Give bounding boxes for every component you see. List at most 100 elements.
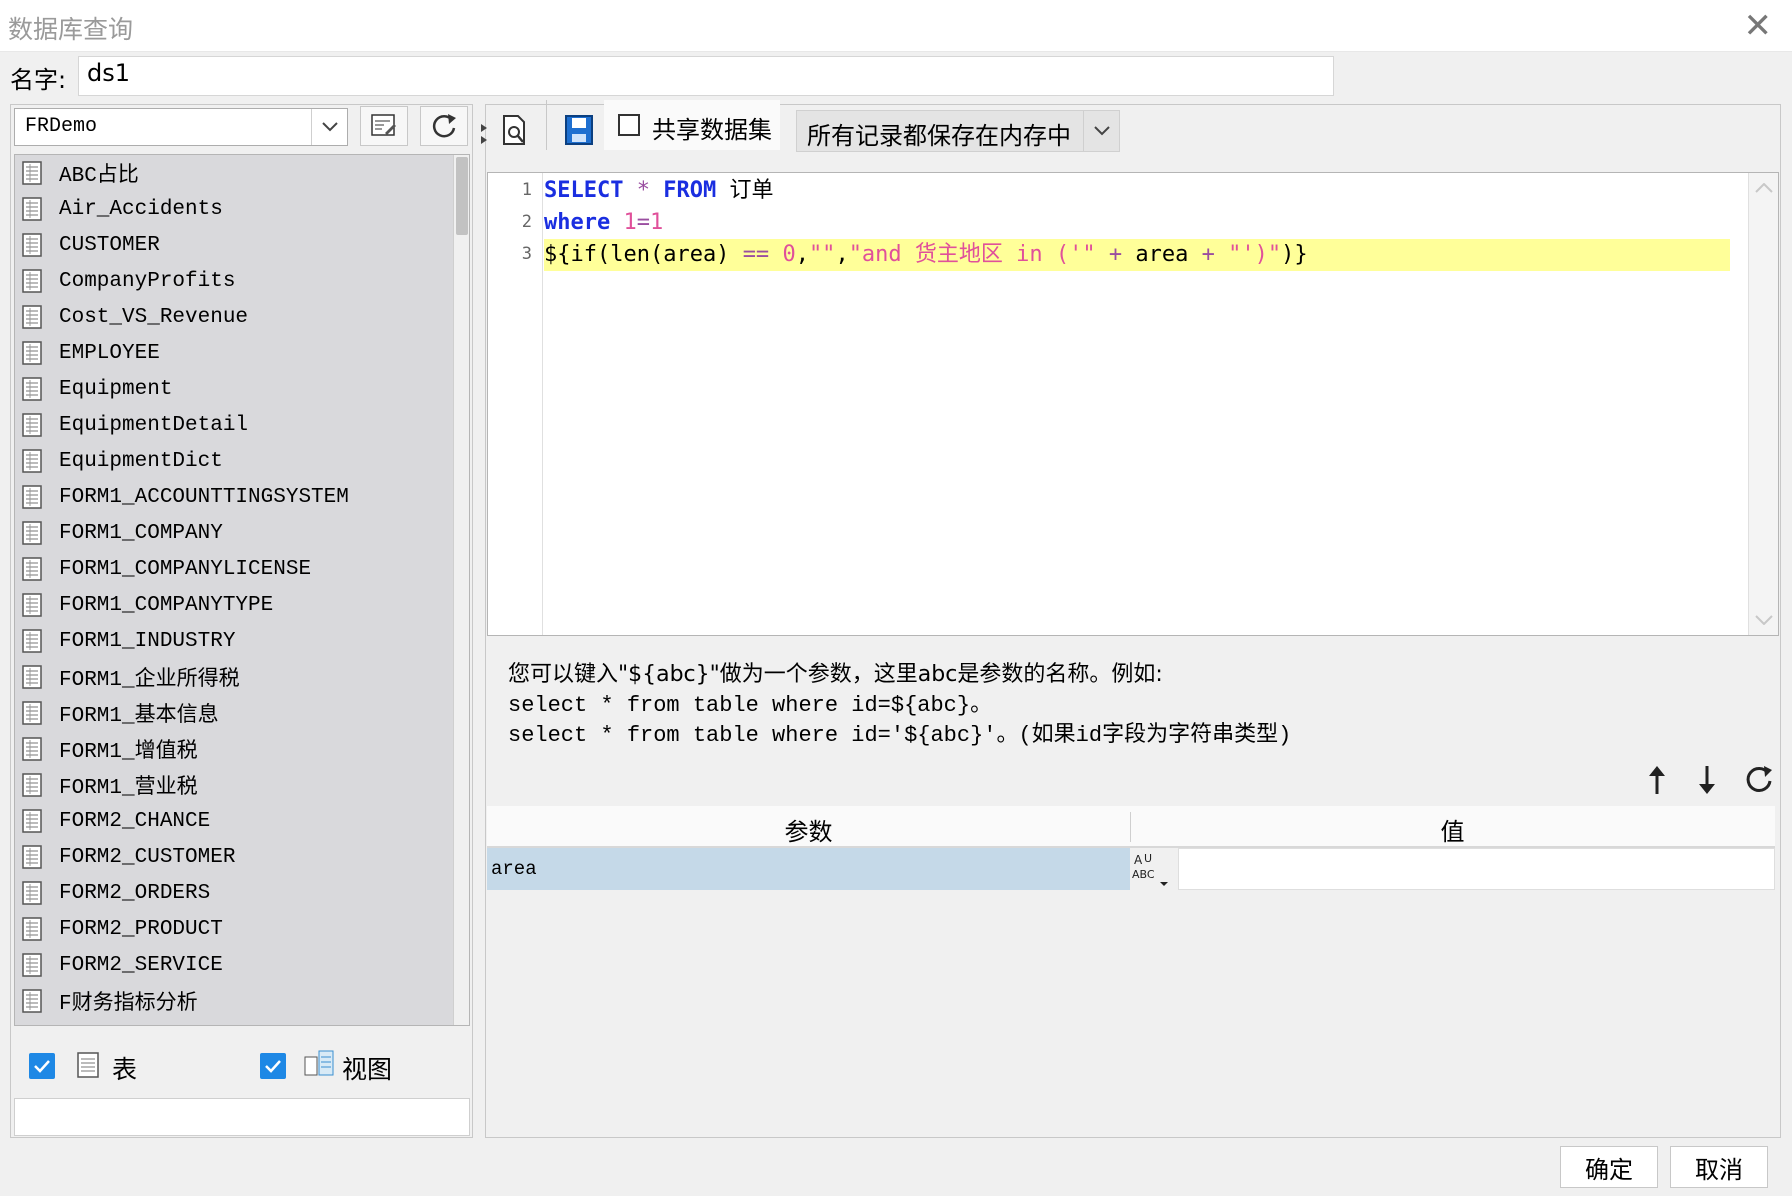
table-name: FORM1_ACCOUNTTINGSYSTEM xyxy=(59,485,349,509)
table-search-input[interactable] xyxy=(14,1098,470,1136)
list-item[interactable]: FORM2_CHANCE xyxy=(15,803,451,839)
table-name: FORM1_基本信息 xyxy=(59,705,219,728)
params-table-header: 参数 值 xyxy=(487,806,1775,848)
table-row[interactable]: area A U ABC xyxy=(487,848,1775,890)
list-item[interactable]: ABC占比 xyxy=(15,155,451,191)
table-name: FORM1_COMPANYLICENSE xyxy=(59,557,312,581)
list-item[interactable]: FORM2_PRODUCT xyxy=(15,911,451,947)
arrow-down-icon xyxy=(1699,766,1715,794)
list-item[interactable]: FORM1_COMPANY xyxy=(15,515,451,551)
arrow-up-icon xyxy=(1649,766,1665,794)
datasource-select-value: FRDemo xyxy=(25,115,98,138)
param-value-input[interactable] xyxy=(1178,848,1775,890)
param-name-cell[interactable]: area xyxy=(487,848,1130,890)
list-item[interactable]: FORM1_COMPANYTYPE xyxy=(15,587,451,623)
table-icon xyxy=(22,845,42,869)
toolbar-divider xyxy=(546,100,547,150)
line-number: 2 xyxy=(521,212,532,232)
table-icon xyxy=(22,233,42,257)
table-icon xyxy=(22,773,42,797)
table-icon xyxy=(22,341,42,365)
table-name: CompanyProfits xyxy=(59,269,236,293)
text-type-icon: A U ABC xyxy=(1132,852,1168,886)
list-item[interactable]: Cost_VS_Revenue xyxy=(15,299,451,335)
edit-datasource-button[interactable] xyxy=(360,106,408,146)
list-item[interactable]: FORM2_ORDERS xyxy=(15,875,451,911)
list-item[interactable]: FORM1_ACCOUNTTINGSYSTEM xyxy=(15,479,451,515)
list-item[interactable]: FORM1_INDUSTRY xyxy=(15,623,451,659)
table-name: FORM1_增值税 xyxy=(59,741,198,764)
list-item[interactable]: EquipmentDetail xyxy=(15,407,451,443)
table-name: Air_Accidents xyxy=(59,197,223,221)
list-item[interactable]: FORM2_CUSTOMER xyxy=(15,839,451,875)
list-item[interactable]: FORM1_基本信息 xyxy=(15,695,451,731)
list-item[interactable]: FORM1_企业所得税 xyxy=(15,659,451,695)
name-input[interactable]: ds1 xyxy=(78,56,1334,96)
value-type-button[interactable]: A U ABC xyxy=(1130,848,1176,890)
column-header-param: 参数 xyxy=(784,818,833,846)
edit-connection-icon xyxy=(371,114,396,136)
line-number: 1 xyxy=(521,180,532,200)
table-name: EMPLOYEE xyxy=(59,341,160,365)
table-icon xyxy=(22,197,42,221)
move-up-button[interactable] xyxy=(1644,764,1670,800)
view-checkbox[interactable] xyxy=(260,1053,286,1079)
table-icon xyxy=(22,881,42,905)
collapse-handle-icon[interactable] xyxy=(480,122,487,150)
save-button[interactable] xyxy=(564,114,594,150)
list-item[interactable]: CompanyProfits xyxy=(15,263,451,299)
table-icon xyxy=(22,629,42,653)
list-item[interactable]: FORM1_营业税 xyxy=(15,767,451,803)
table-icon xyxy=(22,809,42,833)
list-item[interactable]: FORM1_COMPANYLICENSE xyxy=(15,551,451,587)
table-icon xyxy=(22,953,42,977)
table-name: F财务指标分析 xyxy=(59,993,198,1016)
preview-icon xyxy=(503,115,525,145)
table-name: FORM1_营业税 xyxy=(59,777,198,800)
cache-mode-select[interactable]: 所有记录都保存在内存中 xyxy=(796,110,1120,152)
list-item[interactable]: FORM1_增值税 xyxy=(15,731,451,767)
list-item[interactable]: FORM2_SERVICE xyxy=(15,947,451,983)
table-icon xyxy=(22,377,42,401)
table-name: FORM2_CHANCE xyxy=(59,809,211,833)
list-item[interactable]: Air_Accidents xyxy=(15,191,451,227)
list-item[interactable]: EMPLOYEE xyxy=(15,335,451,371)
chevron-down-icon[interactable] xyxy=(1083,111,1119,151)
table-icon xyxy=(22,521,42,545)
share-dataset-toggle[interactable]: 共享数据集 xyxy=(604,100,780,150)
refresh-icon xyxy=(432,114,456,138)
table-icon xyxy=(22,161,42,185)
table-name: EquipmentDict xyxy=(59,449,223,473)
list-item[interactable]: F财务指标分析 xyxy=(15,983,451,1019)
sql-editor[interactable]: 1 2 3 SELECT * FROM 订单 where 1=1 ${if(le… xyxy=(487,172,1779,636)
table-icon xyxy=(22,413,42,437)
list-item[interactable]: EquipmentDict xyxy=(15,443,451,479)
ok-button[interactable]: 确定 xyxy=(1560,1146,1658,1188)
preview-button[interactable] xyxy=(500,114,530,152)
close-icon[interactable]: ✕ xyxy=(1744,6,1773,46)
refresh-params-button[interactable] xyxy=(1744,764,1774,798)
cancel-button[interactable]: 取消 xyxy=(1670,1146,1768,1188)
save-icon xyxy=(565,115,593,145)
table-name: FORM1_COMPANYTYPE xyxy=(59,593,274,617)
table-checkbox[interactable] xyxy=(29,1053,55,1079)
datasource-select[interactable]: FRDemo xyxy=(14,108,348,146)
table-name: Cost_VS_Revenue xyxy=(59,305,249,329)
editor-scrollbar[interactable] xyxy=(1748,173,1778,635)
refresh-tables-button[interactable] xyxy=(420,106,468,146)
share-checkbox[interactable] xyxy=(618,114,640,136)
list-item[interactable]: CUSTOMER xyxy=(15,227,451,263)
table-name: FORM1_COMPANY xyxy=(59,521,223,545)
tables-scrollbar[interactable] xyxy=(453,155,469,1025)
chevron-down-icon[interactable] xyxy=(311,109,347,145)
scrollbar-thumb[interactable] xyxy=(456,157,468,235)
move-down-button[interactable] xyxy=(1694,764,1720,800)
scroll-down-icon xyxy=(1755,615,1773,625)
cache-mode-value: 所有记录都保存在内存中 xyxy=(807,122,1071,150)
list-item[interactable]: Equipment xyxy=(15,371,451,407)
share-label: 共享数据集 xyxy=(652,116,772,144)
scroll-up-icon xyxy=(1755,183,1773,193)
table-icon xyxy=(76,1051,102,1083)
table-filter-label: 表 xyxy=(112,1055,138,1084)
line-number: 3 xyxy=(521,244,532,264)
